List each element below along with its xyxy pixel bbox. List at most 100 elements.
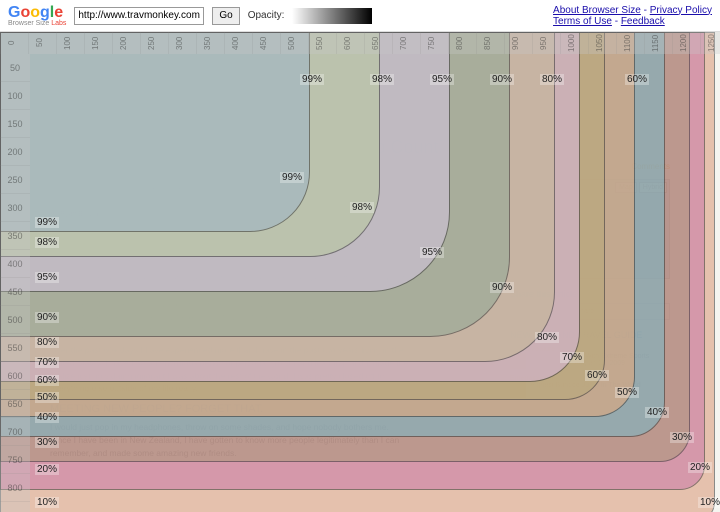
- comments-link[interactable]: Comments: [510, 162, 670, 171]
- pct-label-70: 70%: [560, 352, 584, 363]
- pct-left-80: 80%: [35, 337, 59, 348]
- ruler-tick: 1000: [560, 32, 588, 54]
- ruler-tick: 750: [0, 446, 30, 474]
- ruler-tick: 850: [476, 32, 504, 54]
- pct-label-60: 60%: [585, 370, 609, 381]
- ruler-tick: 0: [0, 32, 28, 54]
- ruler-tick: 500: [280, 32, 308, 54]
- guide-item-1[interactable]: Travel The World With Extreme Sports Tra…: [510, 353, 670, 369]
- pct-left-10: 10%: [35, 497, 59, 508]
- pct-top-95: 95%: [430, 74, 454, 85]
- ruler-tick: 700: [392, 32, 420, 54]
- ruler-tick: 1050: [588, 32, 616, 54]
- follow-button[interactable]: Follow @JustChuckinIt: [78, 184, 159, 197]
- pct-label-80: 80%: [535, 332, 559, 343]
- pct-left-40: 40%: [35, 412, 59, 423]
- pct-label-90: 90%: [490, 282, 514, 293]
- guide-meta-1: TravMonkey - August 12, 2009: [530, 360, 649, 367]
- share-count-1: 16: [515, 308, 523, 315]
- pct-left-60: 60%: [35, 375, 59, 386]
- ruler-tick: 650: [0, 390, 30, 418]
- share-heading: Share this article: [510, 289, 670, 299]
- pct-label-30: 30%: [670, 432, 694, 443]
- pct-top-80b: 80%: [540, 74, 564, 85]
- pct-label-20: 20%: [688, 462, 712, 473]
- opacity-label: Opacity:: [248, 10, 285, 21]
- ruler-tick: 550: [0, 334, 30, 362]
- paragraph-3: Over the past 60+ days I have experience…: [50, 344, 410, 395]
- section-heading: MEETING NEW PEOPLE? FORGET THAT.: [50, 403, 670, 415]
- about-link[interactable]: About Browser Size: [553, 5, 641, 16]
- nav-home[interactable]: HOME: [50, 103, 74, 112]
- map-widget[interactable]: Map Hybrid: [510, 179, 670, 279]
- paragraph-4: I would just pop in my headphones, throw…: [50, 421, 410, 459]
- guide-item-2[interactable]: Highest Bungee Jump In The World: [510, 382, 670, 398]
- terms-link[interactable]: Terms of Use: [553, 16, 612, 27]
- pct-top-90: 90%: [490, 74, 514, 85]
- ruler-tick: 400: [224, 32, 252, 54]
- page-title: Two Months Of Travel, Too Many Firsts To…: [50, 137, 670, 158]
- share-button[interactable]: Share: [575, 308, 594, 315]
- ruler-tick: 200: [112, 32, 140, 54]
- ruler-tick: 1150: [644, 32, 672, 54]
- top-toolbar: Google Browser Size Labs Go Opacity: Abo…: [0, 0, 720, 32]
- main-nav: HOME TRAVEL GUIDES TRAVEL WRITERS TRAVEL…: [50, 103, 670, 112]
- ruler-tick: 150: [0, 110, 30, 138]
- map-tab-hybrid[interactable]: Hybrid: [639, 182, 667, 193]
- go-button[interactable]: Go: [212, 7, 239, 25]
- pct-top-99: 99%: [300, 74, 324, 85]
- guide-thumb-icon: [510, 382, 526, 398]
- paragraph-2: Trust me, I am a complete noob at travel…: [50, 272, 410, 336]
- feedback-link[interactable]: Feedback: [621, 16, 665, 27]
- pct-label-40: 40%: [645, 407, 669, 418]
- ruler-tick: 600: [0, 362, 30, 390]
- ruler-tick: 1200: [672, 32, 700, 54]
- pct-left-50: 50%: [35, 392, 59, 403]
- nav-advice[interactable]: TRAVEL ADVICE: [254, 103, 316, 112]
- google-logo: Google Browser Size Labs: [8, 4, 66, 27]
- nav-blog[interactable]: BLOG: [332, 103, 354, 112]
- share-count-2: 1: [533, 308, 537, 315]
- vertical-ruler: 5010015020025030035040045050055060065070…: [0, 54, 30, 512]
- ruler-tick: 250: [140, 32, 168, 54]
- ruler-tick: 650: [364, 32, 392, 54]
- ruler-tick: 450: [252, 32, 280, 54]
- ruler-tick: 400: [0, 250, 30, 278]
- header-links: About Browser Size - Privacy Policy Term…: [553, 5, 712, 27]
- paragraph-1: It is now just over two months since I d…: [50, 226, 410, 264]
- guide-heading: NEW ZEALAND TRAVEL GUIDE: [510, 330, 670, 340]
- pct-top-50: 60%: [625, 74, 649, 85]
- tweet-button[interactable]: Tweet: [547, 308, 566, 315]
- pct-left-20: 20%: [35, 464, 59, 475]
- map-tab-map[interactable]: Map: [615, 182, 637, 193]
- ruler-tick: 250: [0, 166, 30, 194]
- ruler-tick: 350: [0, 222, 30, 250]
- nav-guides[interactable]: TRAVEL GUIDES: [90, 103, 153, 112]
- viewport: TravMonkey HOME TRAVEL GUIDES TRAVEL WRI…: [0, 32, 720, 512]
- follower-count: 350 followers: [165, 187, 206, 194]
- pct-label-95: 95%: [420, 247, 444, 258]
- ruler-tick: 800: [448, 32, 476, 54]
- sidebar: Comments Map Hybrid Share this article 1…: [510, 162, 670, 404]
- ruler-tick: 950: [532, 32, 560, 54]
- ruler-tick: 850: [0, 502, 30, 512]
- pct-left-30: 30%: [35, 437, 59, 448]
- pct-label-98: 98%: [350, 202, 374, 213]
- guide-category-1: Travel Feature: [510, 346, 670, 353]
- ruler-tick: 900: [504, 32, 532, 54]
- ruler-tick: 350: [196, 32, 224, 54]
- opacity-slider[interactable]: [292, 8, 372, 24]
- underlying-page: TravMonkey HOME TRAVEL GUIDES TRAVEL WRI…: [0, 32, 720, 512]
- site-logo[interactable]: TravMonkey: [50, 72, 670, 95]
- ruler-tick: 50: [28, 32, 56, 54]
- share-box: 16 1 Tweet Share: [510, 303, 670, 320]
- ruler-tick: 50: [0, 54, 30, 82]
- ruler-tick: 100: [56, 32, 84, 54]
- url-input[interactable]: [74, 7, 204, 25]
- ruler-tick: 1250: [700, 32, 720, 54]
- ruler-tick: 1100: [616, 32, 644, 54]
- ruler-tick: 300: [0, 194, 30, 222]
- privacy-link[interactable]: Privacy Policy: [650, 5, 712, 16]
- ruler-tick: 450: [0, 278, 30, 306]
- nav-writers[interactable]: TRAVEL WRITERS: [169, 103, 238, 112]
